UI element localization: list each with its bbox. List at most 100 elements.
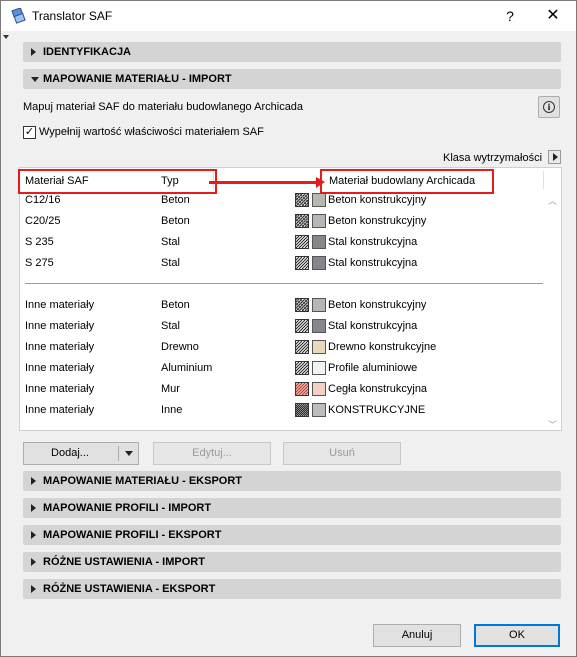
translator-saf-dialog: Translator SAF ? ✕ IDENTYFIKACJA MAPOWAN…: [0, 0, 577, 657]
scroll-up-icon[interactable]: ︿: [548, 194, 557, 207]
fill-property-checkbox[interactable]: ✓: [23, 126, 36, 139]
expand-arrow-icon: [31, 531, 36, 539]
section-mapowanie-profili-eksport[interactable]: MAPOWANIE PROFILI - EKSPORT: [23, 525, 561, 545]
cell-saf-material: S 235: [25, 236, 54, 248]
chevron-down-icon[interactable]: [125, 451, 133, 456]
fill-pattern-icon: [295, 193, 309, 207]
cell-archicad-material: Stal konstrukcyjna: [328, 236, 418, 248]
section-label: RÓŻNE USTAWIENIA - IMPORT: [43, 556, 205, 568]
cell-saf-material: Inne materiały: [25, 341, 95, 353]
cell-type: Mur: [161, 383, 180, 395]
table-row[interactable]: S 275 Stal Stal konstrukcyjna: [20, 253, 545, 274]
material-color-swatch: [312, 319, 326, 333]
play-arrow-icon: [553, 153, 558, 161]
section-mapowanie-profili-import[interactable]: MAPOWANIE PROFILI - IMPORT: [23, 498, 561, 518]
material-color-swatch: [312, 256, 326, 270]
fill-pattern-icon: [295, 298, 309, 312]
expand-arrow-icon: [31, 585, 36, 593]
panel-menu-icon[interactable]: [3, 35, 9, 39]
cell-saf-material: C20/25: [25, 215, 61, 227]
section-rozne-ustawienia-eksport[interactable]: RÓŻNE USTAWIENIA - EKSPORT: [23, 579, 561, 599]
cell-archicad-material: Beton konstrukcyjny: [328, 194, 427, 206]
klasa-wytrzymalosci-label[interactable]: Klasa wytrzymałości: [443, 152, 542, 164]
collapse-arrow-icon: [31, 77, 39, 82]
cell-type: Beton: [161, 215, 190, 227]
cell-type: Inne: [161, 404, 183, 416]
cell-type: Stal: [161, 320, 180, 332]
section-label: MAPOWANIE MATERIAŁU - IMPORT: [43, 73, 232, 85]
table-row[interactable]: C12/16 Beton Beton konstrukcyjny: [20, 190, 545, 211]
info-icon: i: [543, 101, 555, 113]
section-rozne-ustawienia-import[interactable]: RÓŻNE USTAWIENIA - IMPORT: [23, 552, 561, 572]
material-color-swatch: [312, 193, 326, 207]
cell-archicad-material: Beton konstrukcyjny: [328, 215, 427, 227]
expand-arrow-icon: [31, 504, 36, 512]
add-button-label: Dodaj...: [51, 447, 89, 459]
section-mapowanie-materialu-eksport[interactable]: MAPOWANIE MATERIAŁU - EKSPORT: [23, 471, 561, 491]
arrow-right-icon: [316, 177, 325, 188]
column-divider[interactable]: [543, 171, 544, 189]
cell-type: Beton: [161, 299, 190, 311]
section-label: IDENTYFIKACJA: [43, 46, 132, 58]
row-group-divider: [25, 283, 543, 284]
cell-saf-material: Inne materiały: [25, 362, 95, 374]
section-label: MAPOWANIE PROFILI - EKSPORT: [43, 529, 222, 541]
cell-archicad-material: Stal konstrukcyjna: [328, 257, 418, 269]
cancel-button[interactable]: Anuluj: [373, 624, 461, 647]
material-color-swatch: [312, 340, 326, 354]
table-row[interactable]: Inne materiały Stal Stal konstrukcyjna: [20, 316, 545, 337]
cell-type: Aluminium: [161, 362, 213, 374]
material-color-swatch: [312, 382, 326, 396]
material-color-swatch: [312, 298, 326, 312]
window-title: Translator SAF: [32, 9, 113, 23]
fill-pattern-icon: [295, 214, 309, 228]
add-button[interactable]: Dodaj...: [23, 442, 139, 465]
table-row[interactable]: Inne materiały Aluminium Profile aluminiow…: [20, 358, 545, 379]
cell-saf-material: C12/16: [25, 194, 61, 206]
delete-button[interactable]: Usuń: [283, 442, 401, 465]
cell-archicad-material: Profile aluminiowe: [328, 362, 418, 374]
section-label: RÓŻNE USTAWIENIA - EKSPORT: [43, 583, 216, 595]
cell-archicad-material: Cegła konstrukcyjna: [328, 383, 428, 395]
help-button[interactable]: ?: [498, 6, 522, 26]
table-row[interactable]: Inne materiały Beton Beton konstrukcyjny: [20, 295, 545, 316]
split-divider: [118, 446, 119, 461]
klasa-wytrzymalosci-button[interactable]: [548, 150, 561, 164]
material-mapping-table: Materiał SAF Typ Materiał budowlany Arch…: [18, 167, 562, 431]
section-mapowanie-materialu-import[interactable]: MAPOWANIE MATERIAŁU - IMPORT: [23, 69, 561, 89]
expand-arrow-icon: [31, 48, 36, 56]
table-row[interactable]: Inne materiały Mur Cegła konstrukcyjna: [20, 379, 545, 400]
section-label: MAPOWANIE MATERIAŁU - EKSPORT: [43, 475, 243, 487]
table-row[interactable]: Inne materiały Inne KONSTRUKCYJNE: [20, 400, 545, 421]
scroll-down-icon[interactable]: ﹀: [548, 418, 557, 431]
material-color-swatch: [312, 235, 326, 249]
cell-type: Stal: [161, 257, 180, 269]
material-color-swatch: [312, 214, 326, 228]
fill-pattern-icon: [295, 361, 309, 375]
cell-type: Beton: [161, 194, 190, 206]
fill-pattern-icon: [295, 340, 309, 354]
table-row[interactable]: S 235 Stal Stal konstrukcyjna: [20, 232, 545, 253]
cell-type: Drewno: [161, 341, 199, 353]
cell-saf-material: S 275: [25, 257, 54, 269]
table-row[interactable]: C20/25 Beton Beton konstrukcyjny: [20, 211, 545, 232]
expand-arrow-icon: [31, 477, 36, 485]
section-identyfikacja[interactable]: IDENTYFIKACJA: [23, 42, 561, 62]
table-row[interactable]: Inne materiały Drewno Drewno konstrukcyjne: [20, 337, 545, 358]
mapping-arrow: [209, 181, 321, 184]
material-color-swatch: [312, 361, 326, 375]
ok-button[interactable]: OK: [474, 624, 560, 647]
info-button[interactable]: i: [538, 96, 560, 118]
fill-property-label[interactable]: Wypełnij wartość właściwości materiałem …: [39, 126, 264, 138]
fill-pattern-icon: [295, 235, 309, 249]
fill-pattern-icon: [295, 256, 309, 270]
section-label: MAPOWANIE PROFILI - IMPORT: [43, 502, 212, 514]
edit-button[interactable]: Edytuj...: [153, 442, 271, 465]
close-button[interactable]: ✕: [541, 6, 565, 26]
cell-archicad-material: Stal konstrukcyjna: [328, 320, 418, 332]
title-bar: Translator SAF ? ✕: [1, 1, 576, 31]
cell-archicad-material: KONSTRUKCYJNE: [328, 404, 426, 416]
expand-arrow-icon: [31, 558, 36, 566]
cell-archicad-material: Beton konstrukcyjny: [328, 299, 427, 311]
cell-type: Stal: [161, 236, 180, 248]
